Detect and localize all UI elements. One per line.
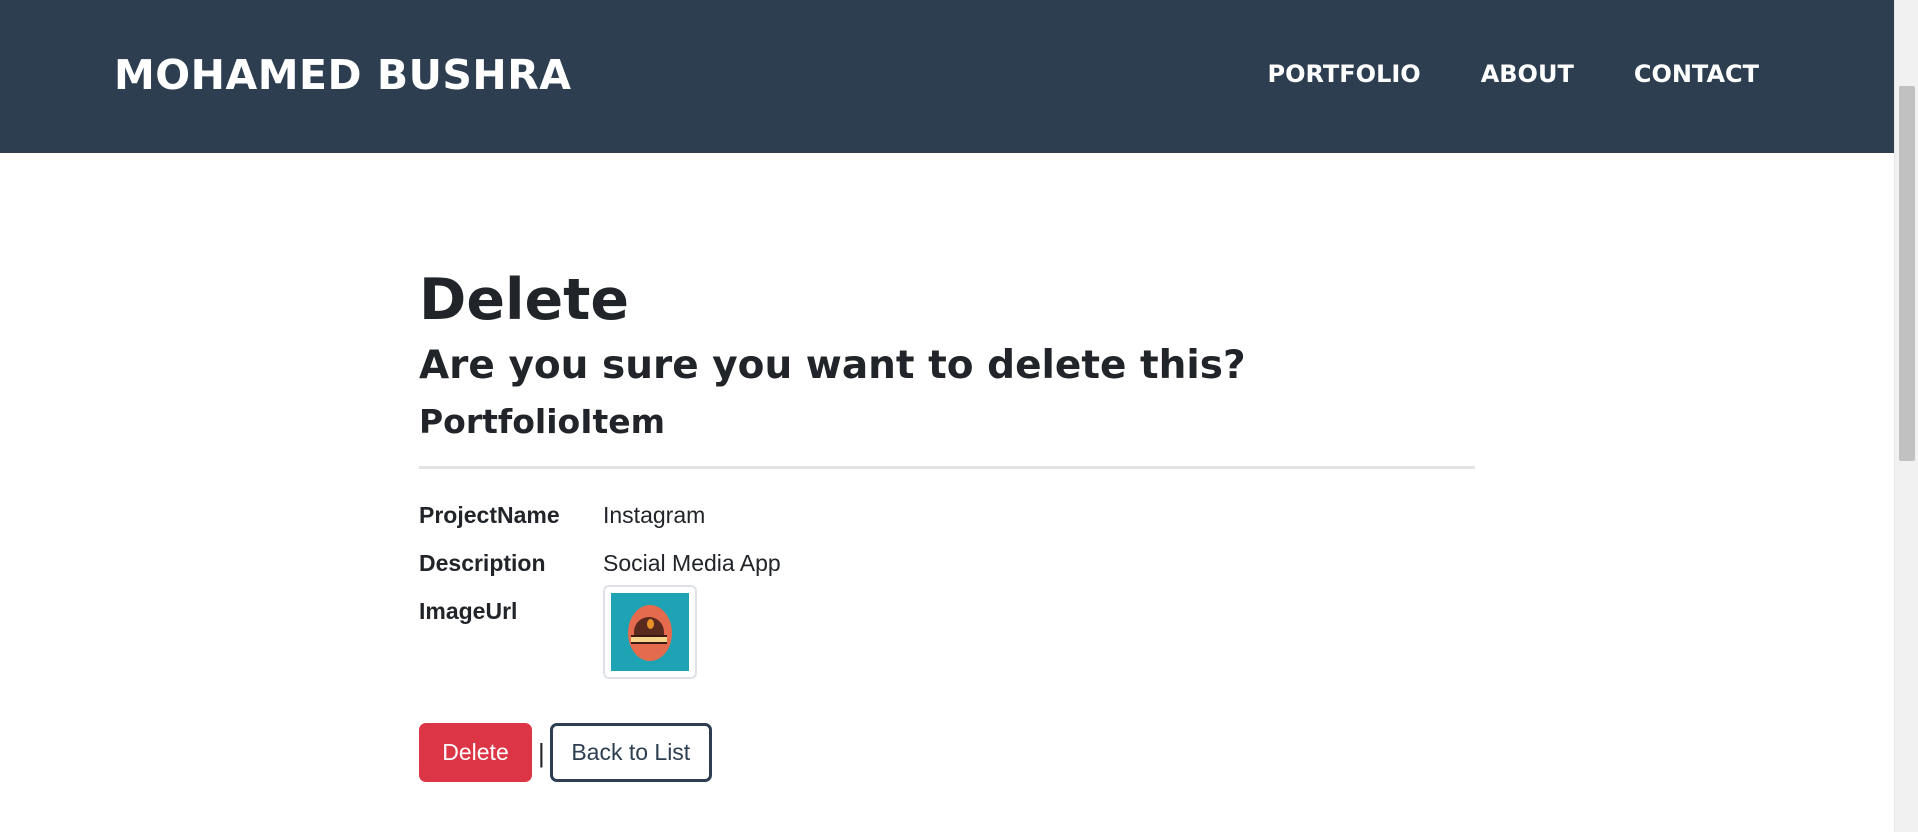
page: MOHAMED BUSHRA PORTFOLIO ABOUT CONTACT D… (0, 0, 1918, 832)
description-value: Social Media App (603, 550, 781, 576)
page-title: Delete (419, 267, 630, 333)
detail-row-description: Description Social Media App (419, 541, 1475, 589)
brand-logo[interactable]: MOHAMED BUSHRA (114, 50, 572, 100)
project-name-value: Instagram (603, 502, 706, 528)
navbar: MOHAMED BUSHRA PORTFOLIO ABOUT CONTACT (0, 0, 1894, 153)
image-url-label: ImageUrl (419, 598, 518, 624)
image-url-value (603, 585, 697, 679)
nav-links: PORTFOLIO ABOUT CONTACT (1208, 58, 1760, 90)
action-separator: | (538, 737, 545, 768)
confirm-question: Are you sure you want to delete this? (419, 343, 1246, 388)
delete-form: Delete | Back to List (419, 723, 1475, 782)
delete-button[interactable]: Delete (419, 723, 532, 782)
cake-slice-icon (611, 593, 689, 671)
nav-link-contact[interactable]: CONTACT (1634, 58, 1759, 90)
nav-link-about[interactable]: ABOUT (1481, 58, 1574, 90)
project-name-label: ProjectName (419, 502, 560, 528)
model-name: PortfolioItem (419, 402, 666, 441)
portfolio-thumbnail-image (603, 585, 697, 679)
detail-row-image-url: ImageUrl (419, 585, 1475, 701)
details-list: ProjectName Instagram Description Social… (419, 493, 1475, 701)
nav-link-portfolio[interactable]: PORTFOLIO (1268, 58, 1421, 90)
description-label: Description (419, 550, 546, 576)
divider (419, 466, 1475, 469)
back-to-list-button[interactable]: Back to List (549, 723, 712, 782)
scrollbar-thumb[interactable] (1899, 86, 1915, 461)
main-content: Delete Are you sure you want to delete t… (419, 260, 1475, 782)
detail-row-project-name: ProjectName Instagram (419, 493, 1475, 541)
scrollbar[interactable] (1894, 0, 1918, 832)
